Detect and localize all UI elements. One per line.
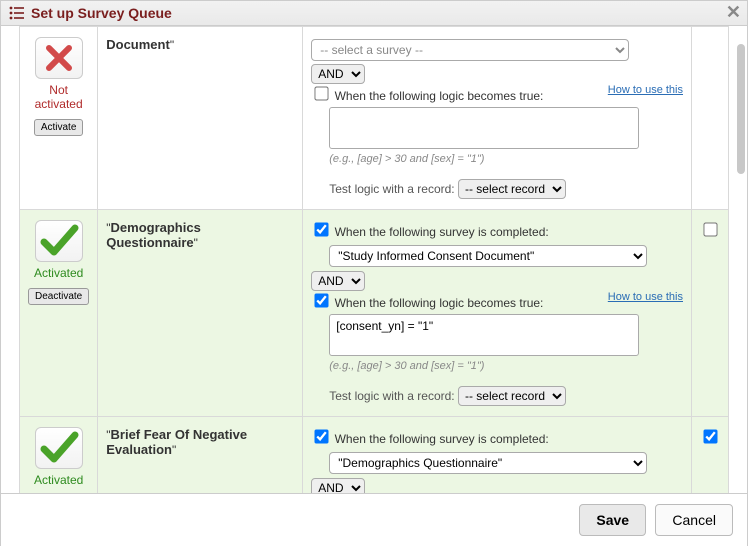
survey-select[interactable]: "Study Informed Consent Document" — [329, 245, 647, 267]
logic-checkbox[interactable] — [315, 293, 329, 307]
survey-complete-checkbox[interactable] — [315, 429, 329, 443]
logic-label: When the following logic becomes true: — [335, 296, 544, 310]
status-x-icon — [35, 37, 83, 79]
logic-textarea[interactable] — [329, 107, 639, 149]
logic-textarea[interactable]: [consent_yn] = "1" — [329, 314, 639, 356]
close-icon[interactable]: ✕ — [722, 3, 745, 21]
andor-select[interactable]: AND — [311, 271, 365, 291]
queue-row: Activated Deactivate "Demographics Quest… — [20, 210, 729, 417]
logic-checkbox[interactable] — [315, 86, 329, 100]
save-button[interactable]: Save — [579, 504, 646, 536]
test-logic-row: Test logic with a record: -- select reco… — [329, 386, 683, 406]
test-logic-row: Test logic with a record: -- select reco… — [329, 179, 683, 199]
status-check-icon — [35, 220, 83, 262]
survey-select[interactable]: -- select a survey -- — [311, 39, 629, 61]
dialog-header: Set up Survey Queue ✕ — [1, 1, 747, 26]
status-check-icon — [35, 427, 83, 469]
andor-select[interactable]: AND — [311, 64, 365, 84]
status-label: Activated — [28, 266, 89, 280]
survey-complete-label: When the following survey is completed: — [335, 432, 549, 446]
row-enable-checkbox[interactable] — [703, 429, 717, 443]
logic-label: When the following logic becomes true: — [335, 89, 544, 103]
scrollbar[interactable] — [737, 44, 745, 174]
andor-select[interactable]: AND — [311, 478, 365, 493]
survey-complete-label: When the following survey is completed: — [335, 225, 549, 239]
queue-row: Activated Deactivate "Brief Fear Of Nega… — [20, 417, 729, 494]
activate-button[interactable]: Activate — [34, 119, 84, 136]
survey-name: Demographics Questionnaire — [106, 220, 201, 250]
record-select[interactable]: -- select record -- — [458, 386, 566, 406]
dialog-title: Set up Survey Queue — [31, 5, 172, 21]
survey-complete-checkbox[interactable] — [315, 222, 329, 236]
queue-row: Notactivated Activate Document" -- selec… — [20, 27, 729, 210]
list-icon — [9, 6, 25, 20]
survey-select[interactable]: "Demographics Questionnaire" — [329, 452, 647, 474]
record-select[interactable]: -- select record -- — [458, 179, 566, 199]
how-to-use-link[interactable]: How to use this — [608, 291, 683, 303]
row-enable-checkbox[interactable] — [703, 222, 717, 236]
survey-name: Brief Fear Of Negative Evaluation — [106, 427, 247, 457]
dialog-footer: Save Cancel — [1, 493, 747, 546]
deactivate-button[interactable]: Deactivate — [28, 288, 89, 305]
status-label: Notactivated — [28, 83, 89, 111]
survey-name: Document — [106, 37, 170, 52]
status-label: Activated — [28, 473, 89, 487]
cancel-button[interactable]: Cancel — [655, 504, 733, 536]
logic-hint: (e.g., [age] > 30 and [sex] = "1") — [329, 360, 683, 372]
logic-hint: (e.g., [age] > 30 and [sex] = "1") — [329, 153, 683, 165]
how-to-use-link[interactable]: How to use this — [608, 84, 683, 96]
